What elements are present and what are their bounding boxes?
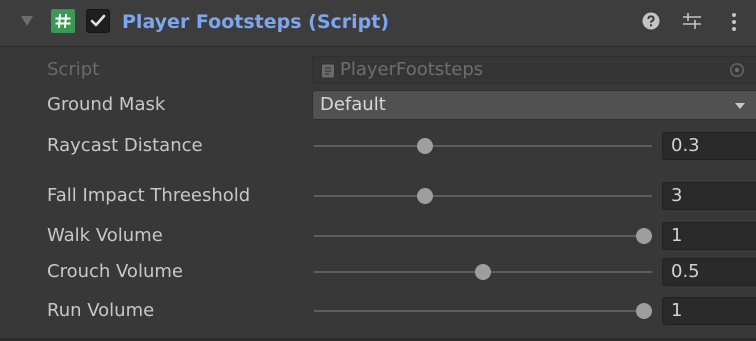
- crouch-volume-row: Crouch Volume 0.5: [0, 254, 756, 290]
- presets-icon[interactable]: [682, 12, 702, 30]
- ground-mask-dropdown[interactable]: Default: [312, 90, 756, 120]
- crouch-volume-value: 0.5: [671, 261, 700, 282]
- fall-impact-threeshold-slider-thumb[interactable]: [417, 188, 434, 204]
- run-volume-row: Run Volume 1: [0, 293, 756, 329]
- script-file-icon: [322, 64, 334, 78]
- crouch-volume-label: Crouch Volume: [47, 261, 183, 282]
- dropdown-arrow-icon: [735, 103, 745, 109]
- ground-mask-label: Ground Mask: [47, 94, 166, 115]
- script-icon: [51, 9, 75, 33]
- walk-volume-slider-track[interactable]: [314, 235, 652, 237]
- fall-impact-threeshold-value: 3: [671, 185, 683, 206]
- walk-volume-input[interactable]: 1: [662, 222, 756, 250]
- help-icon[interactable]: [642, 12, 660, 30]
- kebab-menu-icon[interactable]: [730, 12, 738, 32]
- object-picker-icon[interactable]: [729, 62, 745, 78]
- script-row: Script PlayerFootsteps: [0, 52, 756, 88]
- run-volume-input[interactable]: 1: [662, 297, 756, 325]
- raycast-distance-value: 0.3: [671, 135, 700, 156]
- enabled-checkbox[interactable]: [86, 9, 110, 33]
- script-label: Script: [47, 59, 100, 80]
- run-volume-value: 1: [671, 300, 683, 321]
- component-title: Player Footsteps (Script): [122, 11, 390, 33]
- fall-impact-threeshold-slider-track[interactable]: [314, 195, 652, 197]
- checkmark-icon: [90, 14, 106, 27]
- script-object-field: PlayerFootsteps: [312, 56, 756, 84]
- component-header[interactable]: Player Footsteps (Script): [0, 0, 756, 47]
- walk-volume-row: Walk Volume 1: [0, 218, 756, 254]
- fall-impact-threeshold-row: Fall Impact Threeshold 3: [0, 178, 756, 214]
- raycast-distance-slider-track[interactable]: [314, 145, 652, 147]
- fall-impact-threeshold-label: Fall Impact Threeshold: [47, 185, 251, 206]
- fall-impact-threeshold-input[interactable]: 3: [662, 182, 756, 210]
- ground-mask-value: Default: [320, 94, 386, 115]
- walk-volume-label: Walk Volume: [47, 225, 163, 246]
- raycast-distance-label: Raycast Distance: [47, 135, 203, 156]
- raycast-distance-slider-thumb[interactable]: [417, 138, 434, 154]
- run-volume-slider-thumb[interactable]: [636, 303, 652, 319]
- walk-volume-slider-thumb[interactable]: [636, 228, 652, 244]
- run-volume-slider-track[interactable]: [314, 310, 652, 312]
- walk-volume-value: 1: [671, 225, 683, 246]
- crouch-volume-input[interactable]: 0.5: [662, 258, 756, 286]
- foldout-triangle-icon[interactable]: [21, 16, 33, 26]
- ground-mask-row: Ground Mask Default: [0, 87, 756, 123]
- crouch-volume-slider-thumb[interactable]: [475, 264, 491, 280]
- script-value: PlayerFootsteps: [340, 59, 484, 80]
- raycast-distance-row: Raycast Distance 0.3: [0, 128, 756, 164]
- raycast-distance-input[interactable]: 0.3: [662, 132, 756, 160]
- run-volume-label: Run Volume: [47, 300, 155, 321]
